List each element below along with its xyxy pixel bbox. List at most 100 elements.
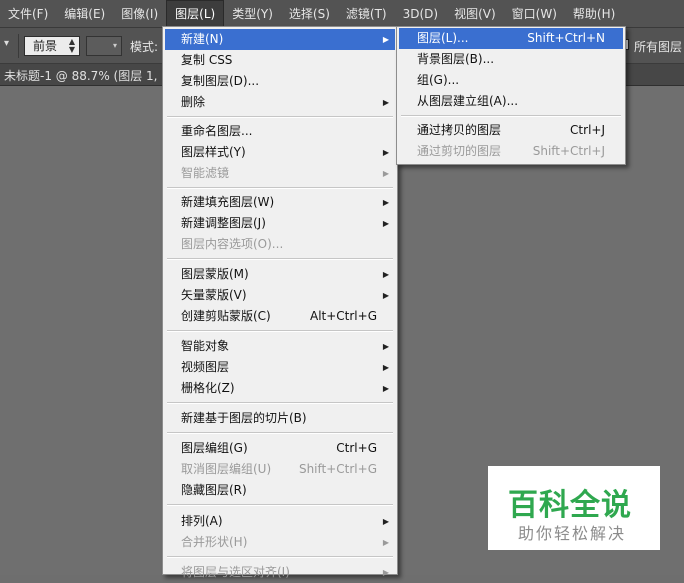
layer-menu-group-layers[interactable]: 图层编组(G) Ctrl+G	[165, 438, 395, 459]
submenu-arrow-icon: ▶	[382, 342, 389, 351]
item-label: 合并形状(H)	[181, 535, 248, 549]
layer-menu-copy-css[interactable]: 复制 CSS	[165, 50, 395, 71]
layer-menu-ungroup-layers: 取消图层编组(U) Shift+Ctrl+G	[165, 459, 395, 480]
submenu-arrow-icon: ▶	[382, 198, 389, 207]
document-title: 未标题-1 @ 88.7% (图层 1, I	[4, 69, 165, 83]
item-label: 图层编组(G)	[181, 441, 248, 455]
menu-separator	[167, 330, 393, 332]
menu-help[interactable]: 帮助(H)	[565, 0, 623, 28]
layer-menu-rasterize[interactable]: 栅格化(Z) ▶	[165, 378, 395, 399]
item-label: 新建调整图层(J)	[181, 216, 266, 230]
new-submenu-group[interactable]: 组(G)...	[399, 70, 623, 91]
item-label: 通过剪切的图层	[417, 144, 502, 158]
submenu-arrow-icon: ▶	[382, 384, 389, 393]
item-label: 复制图层(D)...	[181, 74, 260, 88]
item-label: 背景图层(B)...	[417, 52, 495, 66]
watermark-subtitle: 助你轻松解决	[518, 524, 627, 543]
layer-menu-smart-object[interactable]: 智能对象 ▶	[165, 336, 395, 357]
layer-menu-layer-content-options: 图层内容选项(O)...	[165, 234, 395, 255]
layer-menu-hide-layers[interactable]: 隐藏图层(R)	[165, 480, 395, 501]
menu-separator	[167, 504, 393, 506]
item-shortcut: Shift+Ctrl+N	[527, 31, 605, 45]
new-submenu-group-from-layers[interactable]: 从图层建立组(A)...	[399, 91, 623, 112]
layer-menu-duplicate-layer[interactable]: 复制图层(D)...	[165, 71, 395, 92]
fill-source-select[interactable]: 前景 ▲ ▼	[24, 36, 80, 56]
item-label: 新建基于图层的切片(B)	[181, 411, 307, 425]
item-label: 智能滤镜	[181, 166, 230, 180]
layer-menu-layer-style[interactable]: 图层样式(Y) ▶	[165, 142, 395, 163]
layer-menu-rename[interactable]: 重命名图层...	[165, 121, 395, 142]
layer-menu-combine-shapes: 合并形状(H) ▶	[165, 532, 395, 553]
layer-menu-layer-mask[interactable]: 图层蒙版(M) ▶	[165, 264, 395, 285]
item-label: 删除	[181, 95, 206, 109]
layer-menu-vector-mask[interactable]: 矢量蒙版(V) ▶	[165, 285, 395, 306]
new-submenu-layer-via-copy[interactable]: 通过拷贝的图层 Ctrl+J	[399, 120, 623, 141]
item-label: 通过拷贝的图层	[417, 123, 502, 137]
item-label: 创建剪贴蒙版(C)	[181, 309, 271, 323]
watermark-title: 百科全说	[508, 488, 632, 523]
submenu-arrow-icon: ▶	[382, 363, 389, 372]
menu-window[interactable]: 窗口(W)	[504, 0, 565, 28]
all-layers-label: 所有图层	[634, 40, 683, 54]
tool-preset-dropdown-icon[interactable]: ▾	[4, 38, 9, 49]
layer-menu-new-adjustment-layer[interactable]: 新建调整图层(J) ▶	[165, 213, 395, 234]
item-label: 新建(N)	[181, 32, 224, 46]
menu-image[interactable]: 图像(I)	[113, 0, 166, 28]
layer-menu-new-layer-based-slice[interactable]: 新建基于图层的切片(B)	[165, 408, 395, 429]
item-label: 新建填充图层(W)	[181, 195, 275, 209]
item-label: 重命名图层...	[181, 124, 253, 138]
submenu-arrow-icon: ▶	[382, 148, 389, 157]
menu-bar: 文件(F) 编辑(E) 图像(I) 图层(L) 类型(Y) 选择(S) 滤镜(T…	[0, 0, 684, 28]
layer-menu-smart-filter: 智能滤镜 ▶	[165, 163, 395, 184]
menu-separator	[401, 115, 621, 117]
menu-type[interactable]: 类型(Y)	[224, 0, 281, 28]
item-label: 图层样式(Y)	[181, 145, 246, 159]
menu-view[interactable]: 视图(V)	[446, 0, 504, 28]
item-shortcut: Alt+Ctrl+G	[309, 309, 377, 323]
item-shortcut: Ctrl+G	[336, 441, 377, 455]
layer-menu: 新建(N) ▶ 复制 CSS 复制图层(D)... 删除 ▶ 重命名图层... …	[162, 26, 398, 579]
menu-separator	[167, 187, 393, 189]
item-label: 复制 CSS	[181, 53, 233, 67]
new-submenu-background-layer[interactable]: 背景图层(B)...	[399, 49, 623, 70]
menu-file[interactable]: 文件(F)	[0, 0, 56, 28]
menu-separator	[167, 258, 393, 260]
item-shortcut: Shift+Ctrl+J	[532, 144, 605, 158]
menu-edit[interactable]: 编辑(E)	[56, 0, 113, 28]
layer-menu-new[interactable]: 新建(N) ▶	[165, 29, 395, 50]
options-separator	[18, 34, 19, 58]
menu-3d[interactable]: 3D(D)	[395, 0, 446, 28]
menu-filter[interactable]: 滤镜(T)	[338, 0, 395, 28]
item-label: 将图层与选区对齐(I)	[181, 565, 290, 579]
item-label: 栅格化(Z)	[181, 381, 235, 395]
new-submenu-layer[interactable]: 图层(L)... Shift+Ctrl+N	[399, 28, 623, 49]
updown-arrows-icon: ▲ ▼	[68, 37, 75, 54]
item-shortcut: Shift+Ctrl+G	[298, 462, 377, 476]
item-shortcut: Ctrl+J	[570, 123, 605, 137]
layer-menu-video-layer[interactable]: 视频图层 ▶	[165, 357, 395, 378]
menu-layer[interactable]: 图层(L)	[166, 0, 225, 28]
menu-select[interactable]: 选择(S)	[281, 0, 338, 28]
submenu-arrow-icon: ▶	[382, 169, 389, 178]
item-label: 从图层建立组(A)...	[417, 94, 519, 108]
item-label: 取消图层编组(U)	[181, 462, 272, 476]
mode-label: 模式:	[130, 40, 159, 54]
pattern-swatch-picker[interactable]: ▾	[86, 36, 122, 56]
item-label: 图层蒙版(M)	[181, 267, 249, 281]
submenu-arrow-icon: ▶	[382, 517, 389, 526]
submenu-arrow-icon: ▶	[382, 35, 389, 44]
layer-menu-arrange[interactable]: 排列(A) ▶	[165, 511, 395, 532]
watermark-logo: 百科全说 助你轻松解决	[488, 466, 660, 550]
submenu-arrow-icon: ▶	[382, 219, 389, 228]
layer-menu-create-clipping-mask[interactable]: 创建剪贴蒙版(C) Alt+Ctrl+G	[165, 306, 395, 327]
item-label: 排列(A)	[181, 514, 223, 528]
layer-menu-new-fill-layer[interactable]: 新建填充图层(W) ▶	[165, 192, 395, 213]
submenu-arrow-icon: ▶	[382, 98, 389, 107]
item-label: 隐藏图层(R)	[181, 483, 247, 497]
submenu-arrow-icon: ▶	[382, 291, 389, 300]
item-label: 图层(L)...	[417, 31, 469, 45]
layer-menu-delete[interactable]: 删除 ▶	[165, 92, 395, 113]
item-label: 视频图层	[181, 360, 230, 374]
item-label: 组(G)...	[417, 73, 460, 87]
layer-menu-align-to-selection: 将图层与选区对齐(I) ▶	[165, 562, 395, 583]
